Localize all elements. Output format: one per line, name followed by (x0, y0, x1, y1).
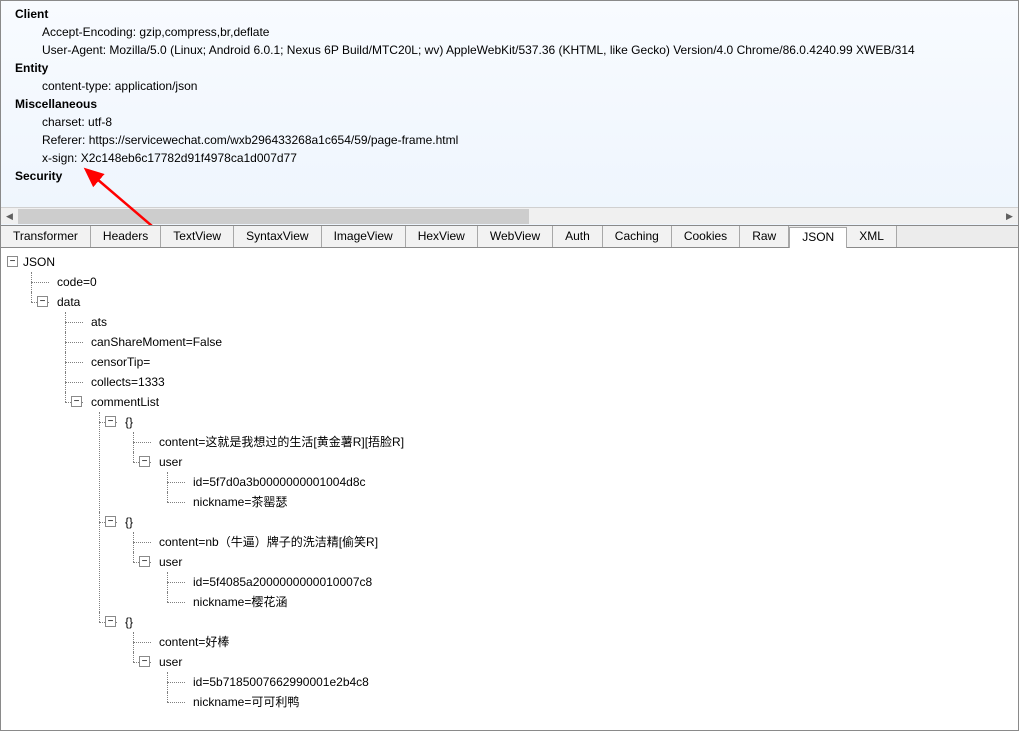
collapse-icon[interactable]: − (7, 256, 18, 267)
collapse-icon[interactable]: − (139, 556, 150, 567)
tree-node-comment-0[interactable]: − {} content=这就是我想过的生活[黄金薯R][捂脸R] − user (109, 412, 1018, 512)
headers-panel: Client Accept-Encoding: gzip,compress,br… (0, 0, 1019, 225)
scroll-track[interactable] (18, 209, 1001, 224)
client-accept-encoding: Accept-Encoding: gzip,compress,br,deflat… (42, 23, 1008, 41)
tab-cookies[interactable]: Cookies (672, 226, 740, 247)
tree-node-user-id[interactable]: id=5f4085a2000000000010007c8 (177, 572, 1018, 592)
tab-textview[interactable]: TextView (161, 226, 234, 247)
horizontal-scrollbar[interactable]: ◀ ▶ (1, 207, 1018, 224)
headers-content: Client Accept-Encoding: gzip,compress,br… (1, 1, 1018, 201)
miscellaneous-xsign: x-sign: X2c148eb6c17782d91f4978ca1d007d7… (42, 149, 1008, 167)
tree-node-code[interactable]: code=0 (41, 272, 1018, 292)
tab-webview[interactable]: WebView (478, 226, 553, 247)
section-security-title: Security (15, 167, 1008, 185)
entity-content-type: content-type: application/json (42, 77, 1008, 95)
collapse-icon[interactable]: − (105, 416, 116, 427)
tab-json[interactable]: JSON (789, 227, 847, 248)
collapse-icon[interactable]: − (139, 656, 150, 667)
collapse-icon[interactable]: − (105, 516, 116, 527)
tab-imageview[interactable]: ImageView (322, 226, 406, 247)
miscellaneous-charset: charset: utf-8 (42, 113, 1008, 131)
tab-raw[interactable]: Raw (740, 226, 789, 247)
collapse-icon[interactable]: − (105, 616, 116, 627)
tree-node-user[interactable]: − user id=5b7185007662990001e2b4c8 nickn… (143, 652, 1018, 712)
tree-node-user-nickname[interactable]: nickname=可可利鸭 (177, 692, 1018, 712)
tree-node-user[interactable]: − user id=5f4085a2000000000010007c8 nick… (143, 552, 1018, 612)
tree-node-user-id[interactable]: id=5f7d0a3b0000000001004d8c (177, 472, 1018, 492)
tree-node-ats[interactable]: ats (75, 312, 1018, 332)
collapse-icon[interactable]: − (71, 396, 82, 407)
json-tree[interactable]: − JSON code=0 − data ats canShareMoment=… (1, 248, 1018, 712)
tree-node-censorTip[interactable]: censorTip= (75, 352, 1018, 372)
tree-node-user-nickname[interactable]: nickname=樱花涵 (177, 592, 1018, 612)
tree-node-data[interactable]: − data ats canShareMoment=False censorTi… (41, 292, 1018, 712)
tree-node-content[interactable]: content=好棒 (143, 632, 1018, 652)
tree-node-content[interactable]: content=这就是我想过的生活[黄金薯R][捂脸R] (143, 432, 1018, 452)
tree-node-user-nickname[interactable]: nickname=茶罂瑟 (177, 492, 1018, 512)
tab-transformer[interactable]: Transformer (1, 226, 91, 247)
tab-caching[interactable]: Caching (603, 226, 672, 247)
scroll-right-button[interactable]: ▶ (1001, 209, 1018, 224)
tab-headers[interactable]: Headers (91, 226, 161, 247)
tab-xml[interactable]: XML (847, 226, 897, 247)
tree-node-collects[interactable]: collects=1333 (75, 372, 1018, 392)
tab-auth[interactable]: Auth (553, 226, 603, 247)
inspector-tabs: TransformerHeadersTextViewSyntaxViewImag… (0, 225, 1019, 248)
client-user-agent: User-Agent: Mozilla/5.0 (Linux; Android … (42, 41, 1008, 59)
collapse-icon[interactable]: − (139, 456, 150, 467)
miscellaneous-referer: Referer: https://servicewechat.com/wxb29… (42, 131, 1008, 149)
json-tree-panel: − JSON code=0 − data ats canShareMoment=… (0, 248, 1019, 731)
section-client-title: Client (15, 5, 1008, 23)
tree-node-comment-1[interactable]: − {} content=nb（牛逼）牌子的洗洁精[偷笑R] − user (109, 512, 1018, 612)
scroll-left-button[interactable]: ◀ (1, 209, 18, 224)
tree-node-root[interactable]: − JSON code=0 − data ats canShareMoment=… (7, 252, 1018, 712)
tab-hexview[interactable]: HexView (406, 226, 478, 247)
section-entity-title: Entity (15, 59, 1008, 77)
tree-node-comment-2[interactable]: − {} content=好棒 − user (109, 612, 1018, 712)
tree-node-content[interactable]: content=nb（牛逼）牌子的洗洁精[偷笑R] (143, 532, 1018, 552)
tree-node-canShareMoment[interactable]: canShareMoment=False (75, 332, 1018, 352)
tree-node-user[interactable]: − user id=5f7d0a3b0000000001004d8c nickn… (143, 452, 1018, 512)
section-miscellaneous-title: Miscellaneous (15, 95, 1008, 113)
collapse-icon[interactable]: − (37, 296, 48, 307)
tree-node-commentList[interactable]: − commentList − {} content=这就是我想过的生活[黄金薯… (75, 392, 1018, 712)
tab-syntaxview[interactable]: SyntaxView (234, 226, 321, 247)
tree-node-user-id[interactable]: id=5b7185007662990001e2b4c8 (177, 672, 1018, 692)
